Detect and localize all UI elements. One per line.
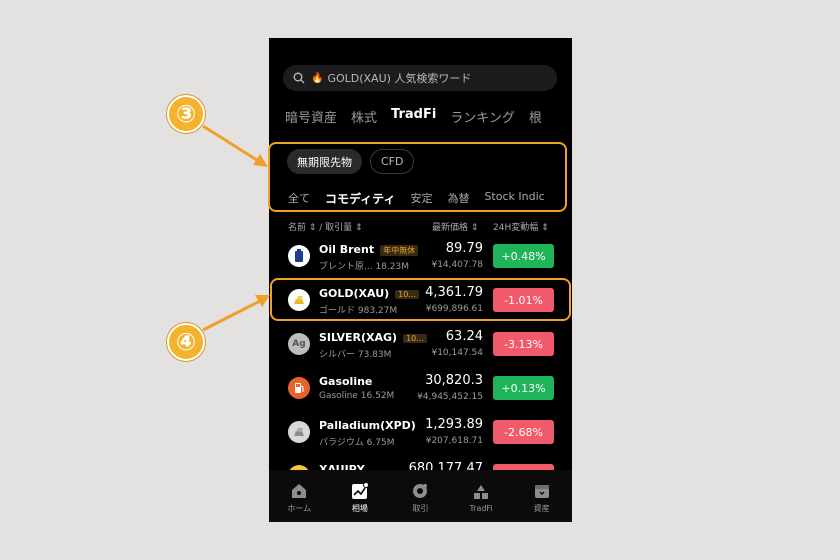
- tab-more[interactable]: 根: [529, 107, 542, 131]
- wallet-icon: [534, 485, 549, 498]
- symbol-name: Palladium(XPD): [319, 419, 416, 432]
- change-badge[interactable]: -2.68%: [493, 420, 554, 444]
- gas-pump-icon: [288, 377, 310, 399]
- symbol-name: Oil Brent: [319, 243, 375, 256]
- tab-stocks[interactable]: 株式: [351, 107, 377, 131]
- silver-coin-icon: Ag: [288, 333, 310, 355]
- tab-crypto[interactable]: 暗号資産: [285, 107, 337, 131]
- tab-tradfi[interactable]: TradFi: [391, 107, 436, 131]
- status-badge: 10...: [403, 333, 427, 343]
- column-header-name[interactable]: 名前 ⇕ / 取引量 ⇕: [288, 220, 363, 233]
- nav-label: ホーム: [287, 504, 312, 513]
- status-badge: 年中無休: [380, 244, 419, 256]
- jpy-price: ¥4,945,452.15: [417, 392, 483, 402]
- home-icon: [292, 484, 307, 498]
- symbol-volume: シルバー 73.83M: [319, 350, 392, 360]
- symbol-volume: パラジウム 6.75M: [319, 438, 395, 448]
- arrow-3-head: [253, 154, 268, 167]
- nav-tradfi[interactable]: TradFi: [456, 483, 506, 513]
- nav-assets[interactable]: 資産: [517, 482, 567, 514]
- last-price: 63.24: [445, 329, 483, 344]
- table-row[interactable]: Gasoline Gasoline 16.52M 30,820.3 ¥4,945…: [269, 366, 572, 410]
- annotation-box-4: [270, 278, 571, 321]
- search-bar[interactable]: 🔥 GOLD(XAU) 人気検索ワード: [283, 65, 557, 91]
- trade-icon: [413, 484, 428, 498]
- change-badge[interactable]: +0.13%: [493, 376, 554, 400]
- symbol-name: SILVER(XAG): [319, 331, 398, 344]
- arrow-4-head: [255, 295, 270, 307]
- table-row[interactable]: Oil Brent 年中無休 ブレント原... 18.23M 89.79 ¥14,…: [269, 234, 572, 278]
- nav-market[interactable]: 相場: [335, 482, 385, 514]
- annotation-number-3: ③: [167, 95, 205, 133]
- nav-trade[interactable]: 取引: [395, 482, 445, 514]
- tradfi-icon: [474, 485, 489, 499]
- symbol-volume: Gasoline 16.52M: [319, 391, 395, 401]
- jpy-price: ¥14,407.78: [431, 260, 483, 270]
- arrow-3-shaft: [202, 124, 261, 164]
- search-icon: [293, 72, 305, 84]
- tab-ranking[interactable]: ランキング: [450, 107, 515, 131]
- annotation-box-3: [268, 142, 567, 212]
- jpy-price: ¥207,618.71: [425, 436, 483, 446]
- symbol-volume: ブレント原... 18.23M: [319, 262, 409, 272]
- symbol-name: Gasoline: [319, 375, 373, 388]
- palladium-bar-icon: [288, 421, 310, 443]
- nav-home[interactable]: ホーム: [274, 482, 324, 514]
- nav-label: 取引: [412, 504, 429, 513]
- annotation-number-4: ④: [167, 323, 205, 361]
- change-badge[interactable]: -3.13%: [493, 332, 554, 356]
- bottom-nav: ホーム 相場 取引 TradFi 資産: [269, 470, 572, 522]
- nav-label: TradFi: [469, 504, 493, 513]
- last-price: 89.79: [445, 241, 483, 256]
- jpy-price: ¥10,147.54: [431, 348, 483, 358]
- column-header-price[interactable]: 最新価格 ⇕: [432, 220, 478, 233]
- fire-icon: 🔥: [311, 72, 324, 84]
- oil-icon: [288, 245, 310, 267]
- search-placeholder: GOLD(XAU) 人気検索ワード: [327, 72, 472, 85]
- arrow-4-shaft: [202, 298, 263, 332]
- main-tabs: 暗号資産 株式 TradFi ランキング 根: [285, 107, 572, 131]
- table-row[interactable]: Ag SILVER(XAG) 10... シルバー 73.83M 63.24 ¥1…: [269, 322, 572, 366]
- market-icon: [351, 482, 369, 499]
- nav-label: 相場: [351, 504, 368, 513]
- table-row[interactable]: Palladium(XPD) パラジウム 6.75M 1,293.89 ¥207…: [269, 410, 572, 454]
- change-badge[interactable]: +0.48%: [493, 244, 554, 268]
- last-price: 30,820.3: [425, 373, 483, 388]
- nav-label: 資産: [533, 504, 550, 513]
- column-header-change[interactable]: 24H変動幅 ⇕: [493, 220, 549, 233]
- last-price: 1,293.89: [425, 417, 483, 432]
